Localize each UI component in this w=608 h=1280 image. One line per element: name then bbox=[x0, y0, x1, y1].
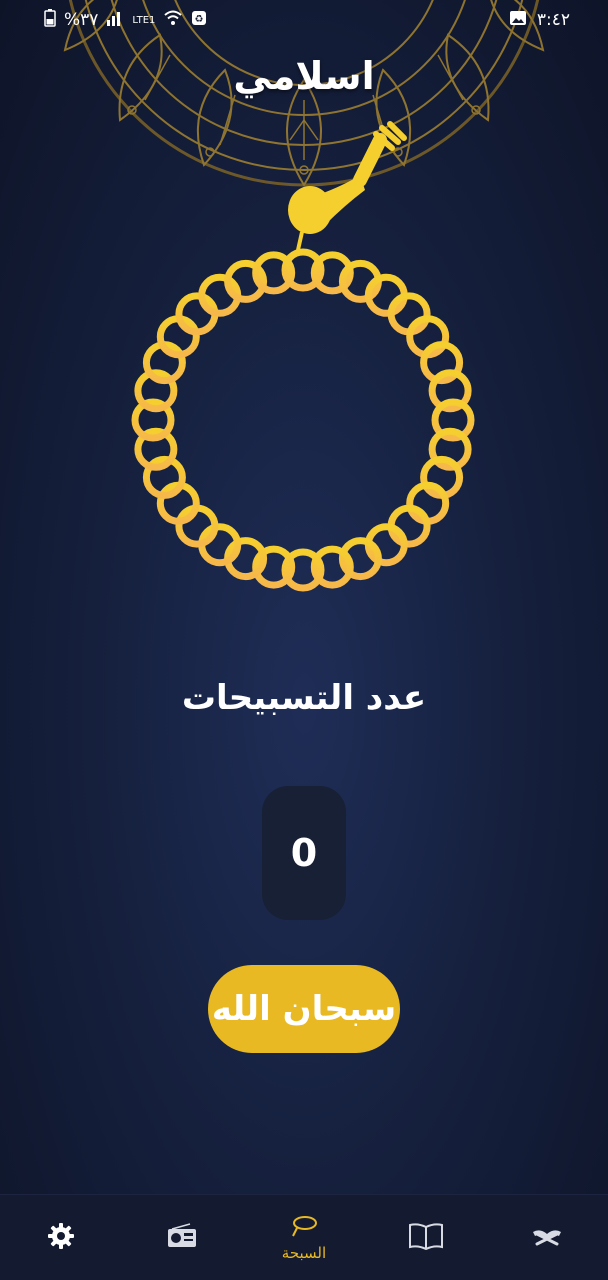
status-left: %٣٧ LTE1 ♻ bbox=[44, 8, 207, 32]
tasbeeh-beads-illustration[interactable] bbox=[120, 120, 490, 600]
network-label: LTE1 bbox=[132, 14, 156, 26]
nav-settings[interactable] bbox=[6, 1195, 116, 1280]
tasbeeh-icon bbox=[289, 1214, 319, 1242]
nav-tasbeeh[interactable]: السبحة bbox=[249, 1195, 359, 1280]
count-label: عدد التسبيحات bbox=[181, 678, 427, 718]
clock: ٣:٤٢ bbox=[536, 10, 570, 30]
quran-icon bbox=[531, 1224, 563, 1252]
battery-percent: %٣٧ bbox=[64, 10, 99, 30]
gear-icon bbox=[46, 1221, 76, 1255]
gallery-icon bbox=[509, 10, 527, 31]
bottom-nav: السبحة bbox=[0, 1194, 608, 1280]
app-title: اسلامي bbox=[233, 54, 375, 98]
nav-quran[interactable] bbox=[492, 1195, 602, 1280]
counter-display: 0 bbox=[262, 786, 346, 920]
nav-tasbeeh-label: السبحة bbox=[281, 1243, 327, 1262]
status-bar: %٣٧ LTE1 ♻ ٣:٤٢ bbox=[0, 0, 608, 40]
svg-text:♻: ♻ bbox=[195, 14, 204, 25]
radio-icon bbox=[166, 1222, 198, 1253]
counter-value: 0 bbox=[290, 831, 318, 875]
nav-radio[interactable] bbox=[127, 1195, 237, 1280]
signal-icon bbox=[106, 10, 124, 31]
tasbeeh-button[interactable]: سبحان الله bbox=[208, 965, 400, 1053]
status-right: ٣:٤٢ bbox=[509, 10, 570, 31]
nav-hadith[interactable] bbox=[371, 1195, 481, 1280]
book-icon bbox=[408, 1222, 444, 1254]
recycle-icon: ♻ bbox=[191, 10, 207, 31]
tassel-icon bbox=[288, 121, 407, 251]
battery-icon bbox=[44, 8, 56, 32]
wifi-icon bbox=[163, 10, 183, 31]
